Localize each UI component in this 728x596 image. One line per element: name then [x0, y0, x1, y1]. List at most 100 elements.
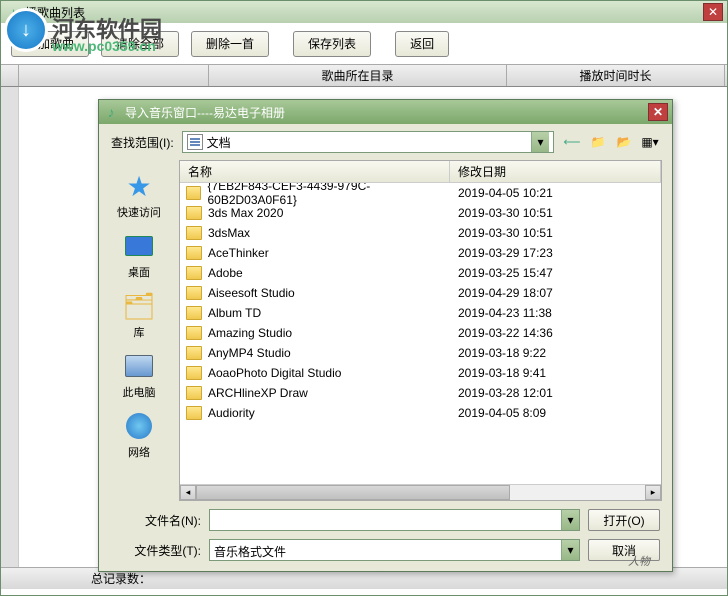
folder-icon	[186, 246, 202, 260]
sidebar-item-quickaccess[interactable]: ★ 快速访问	[103, 166, 175, 224]
file-date: 2019-03-28 12:01	[450, 386, 661, 400]
file-row[interactable]: Aiseesoft Studio2019-04-29 18:07	[180, 283, 661, 303]
col-index[interactable]	[1, 65, 19, 86]
file-date: 2019-04-05 10:21	[450, 186, 661, 200]
folder-icon	[186, 286, 202, 300]
file-date: 2019-03-25 15:47	[450, 266, 661, 280]
dialog-close-button[interactable]: ✕	[648, 103, 668, 121]
sidebar-item-thispc[interactable]: 此电脑	[103, 346, 175, 404]
file-date: 2019-04-23 11:38	[450, 306, 661, 320]
file-row[interactable]: 3ds Max 2020 2019-03-30 10:51	[180, 203, 661, 223]
dialog-title: 导入音乐窗口----易达电子相册	[125, 104, 285, 121]
sidebar-item-libraries[interactable]: 🗂 库	[103, 286, 175, 344]
folder-icon	[186, 266, 202, 280]
file-name: 3dsMax	[208, 226, 250, 240]
file-row[interactable]: Adobe 2019-03-25 15:47	[180, 263, 661, 283]
scroll-right-icon[interactable]: ▸	[645, 485, 661, 500]
dialog-footer: 文件名(N): ▾ 打开(O) 文件类型(T): 音乐格式文件 ▾ 取消	[99, 501, 672, 571]
filename-dropdown-icon[interactable]: ▾	[561, 510, 579, 530]
library-icon: 🗂	[123, 290, 155, 322]
file-name: AnyMP4 Studio	[208, 346, 291, 360]
filetype-value: 音乐格式文件	[210, 540, 561, 560]
scroll-left-icon[interactable]: ◂	[180, 485, 196, 500]
delete-one-button[interactable]: 删除一首	[191, 31, 269, 57]
view-menu-icon[interactable]: ▦▾	[640, 132, 660, 152]
filetype-label: 文件类型(T):	[111, 542, 201, 559]
signature-text: 人物	[628, 553, 650, 569]
file-name: AoaoPhoto Digital Studio	[208, 366, 341, 380]
dialog-titlebar: ♪ 导入音乐窗口----易达电子相册 ✕	[99, 100, 672, 124]
file-date: 2019-04-29 18:07	[450, 286, 661, 300]
computer-icon	[123, 350, 155, 382]
toolbar: 添加歌曲 清除全部 删除一首 保存列表 返回	[1, 23, 727, 65]
file-name: Album TD	[208, 306, 261, 320]
globe-icon	[123, 410, 155, 442]
lookin-row: 查找范围(I): 文档 ▾ ⟵ 📁 📂 ▦▾	[99, 124, 672, 160]
file-name: Audiority	[208, 406, 255, 420]
col-blank[interactable]	[19, 65, 209, 86]
file-name: Amazing Studio	[208, 326, 292, 340]
file-date: 2019-03-30 10:51	[450, 206, 661, 220]
col-name[interactable]: 名称	[180, 161, 450, 182]
folder-icon	[186, 346, 202, 360]
file-name: ARCHlineXP Draw	[208, 386, 308, 400]
file-row[interactable]: {7EB2F843-CEF3-4439-979C-60B2D03A0F61}20…	[180, 183, 661, 203]
save-list-button[interactable]: 保存列表	[293, 31, 371, 57]
file-date: 2019-03-22 14:36	[450, 326, 661, 340]
col-duration[interactable]: 播放时间时长	[507, 65, 725, 86]
file-row[interactable]: Amazing Studio 2019-03-22 14:36	[180, 323, 661, 343]
col-modified[interactable]: 修改日期	[450, 161, 661, 182]
folder-icon	[186, 386, 202, 400]
app-icon: ♪	[5, 4, 21, 20]
file-rows: {7EB2F843-CEF3-4439-979C-60B2D03A0F61}20…	[180, 183, 661, 484]
folder-icon	[186, 326, 202, 340]
lookin-combo[interactable]: 文档 ▾	[182, 131, 554, 153]
file-name: {7EB2F843-CEF3-4439-979C-60B2D03A0F61}	[207, 183, 450, 207]
filename-input[interactable]: ▾	[209, 509, 580, 531]
documents-icon	[187, 134, 203, 150]
file-list-header: 名称 修改日期	[180, 161, 661, 183]
places-sidebar: ★ 快速访问 桌面 🗂 库 此电脑 网络	[99, 160, 179, 501]
new-folder-icon[interactable]: 📂	[614, 132, 634, 152]
file-date: 2019-03-18 9:41	[450, 366, 661, 380]
file-row[interactable]: AceThinker2019-03-29 17:23	[180, 243, 661, 263]
filetype-combo[interactable]: 音乐格式文件 ▾	[209, 539, 580, 561]
clear-all-button[interactable]: 清除全部	[101, 31, 179, 57]
file-row[interactable]: 3dsMax 2019-03-30 10:51	[180, 223, 661, 243]
open-button[interactable]: 打开(O)	[588, 509, 660, 531]
dialog-body: ★ 快速访问 桌面 🗂 库 此电脑 网络 名称	[99, 160, 672, 501]
filename-label: 文件名(N):	[111, 512, 201, 529]
chevron-down-icon[interactable]: ▾	[531, 132, 549, 152]
file-open-dialog: ♪ 导入音乐窗口----易达电子相册 ✕ 查找范围(I): 文档 ▾ ⟵ 📁 📂…	[98, 99, 673, 572]
folder-icon	[186, 206, 202, 220]
filetype-dropdown-icon[interactable]: ▾	[561, 540, 579, 560]
file-row[interactable]: Audiority 2019-04-05 8:09	[180, 403, 661, 423]
main-close-button[interactable]: ✕	[703, 3, 723, 21]
file-row[interactable]: AnyMP4 Studio 2019-03-18 9:22	[180, 343, 661, 363]
file-row[interactable]: AoaoPhoto Digital Studio 2019-03-18 9:41	[180, 363, 661, 383]
lookin-value: 文档	[207, 134, 527, 151]
back-button[interactable]: 返回	[395, 31, 449, 57]
file-row[interactable]: Album TD 2019-04-23 11:38	[180, 303, 661, 323]
filename-field[interactable]	[210, 510, 561, 530]
file-date: 2019-04-05 8:09	[450, 406, 661, 420]
horizontal-scrollbar[interactable]: ◂ ▸	[180, 484, 661, 500]
lookin-label: 查找范围(I):	[111, 134, 174, 151]
col-directory[interactable]: 歌曲所在目录	[209, 65, 507, 86]
scroll-thumb[interactable]	[196, 485, 510, 500]
file-row[interactable]: ARCHlineXP Draw 2019-03-28 12:01	[180, 383, 661, 403]
back-nav-icon[interactable]: ⟵	[562, 132, 582, 152]
file-name: Adobe	[208, 266, 243, 280]
sidebar-item-desktop[interactable]: 桌面	[103, 226, 175, 284]
file-date: 2019-03-29 17:23	[450, 246, 661, 260]
file-date: 2019-03-18 9:22	[450, 346, 661, 360]
folder-icon	[186, 306, 202, 320]
file-date: 2019-03-30 10:51	[450, 226, 661, 240]
file-list: 名称 修改日期 {7EB2F843-CEF3-4439-979C-60B2D03…	[179, 160, 662, 501]
main-title: 播歌曲列表	[25, 4, 85, 21]
file-name: 3ds Max 2020	[208, 206, 283, 220]
main-titlebar: ♪ 播歌曲列表 ✕	[1, 1, 727, 23]
sidebar-item-network[interactable]: 网络	[103, 406, 175, 464]
add-song-button[interactable]: 添加歌曲	[11, 31, 89, 57]
up-folder-icon[interactable]: 📁	[588, 132, 608, 152]
